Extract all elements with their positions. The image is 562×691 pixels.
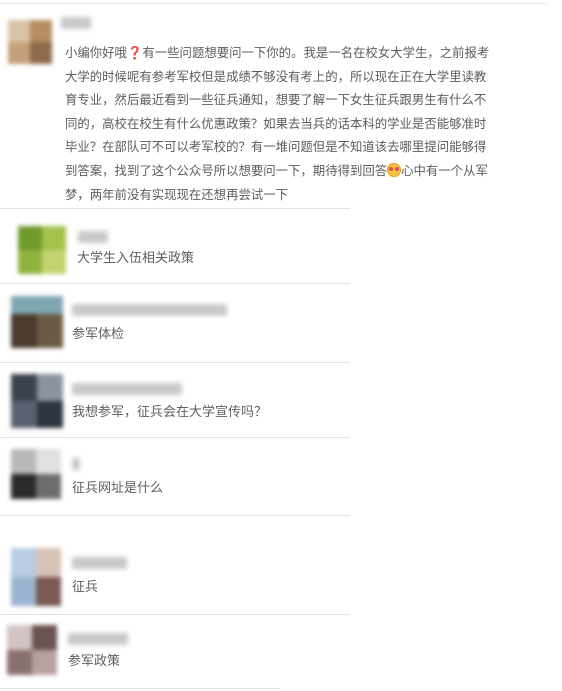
divider (0, 437, 350, 438)
user-name (72, 557, 127, 569)
divider (0, 208, 350, 209)
avatar[interactable] (11, 449, 61, 499)
divider (0, 614, 350, 615)
smiling-face-with-heart-eyes-icon (387, 162, 402, 177)
divider (0, 515, 350, 516)
message-text: 参军政策 (68, 654, 121, 669)
message-text: 小编你好哦❓有一些问题想要问一下你的。我是一名在校女大学生，之前报考 大学的时候… (65, 45, 490, 202)
user-name (72, 383, 182, 395)
message-text: 我想参军，征兵会在大学宣传吗？ (72, 405, 268, 420)
divider (0, 362, 350, 363)
avatar[interactable] (11, 374, 63, 428)
top-divider (0, 3, 548, 4)
user-name (72, 458, 80, 470)
message-text: 参军体检 (72, 327, 125, 342)
message-text: 征兵 (72, 580, 99, 595)
user-name (72, 304, 227, 316)
message-text: 大学生入伍相关政策 (77, 251, 195, 266)
user-name (61, 17, 91, 29)
divider (0, 283, 350, 284)
red-question-mark-icon: ❓ (126, 45, 143, 60)
divider (0, 688, 280, 689)
user-name (68, 633, 128, 645)
message-text: 征兵网址是什么 (72, 481, 164, 496)
avatar[interactable] (11, 296, 63, 348)
user-name (78, 231, 108, 243)
avatar[interactable] (11, 548, 61, 606)
avatar[interactable] (18, 226, 66, 274)
avatar[interactable] (7, 625, 57, 675)
avatar[interactable] (8, 20, 52, 64)
